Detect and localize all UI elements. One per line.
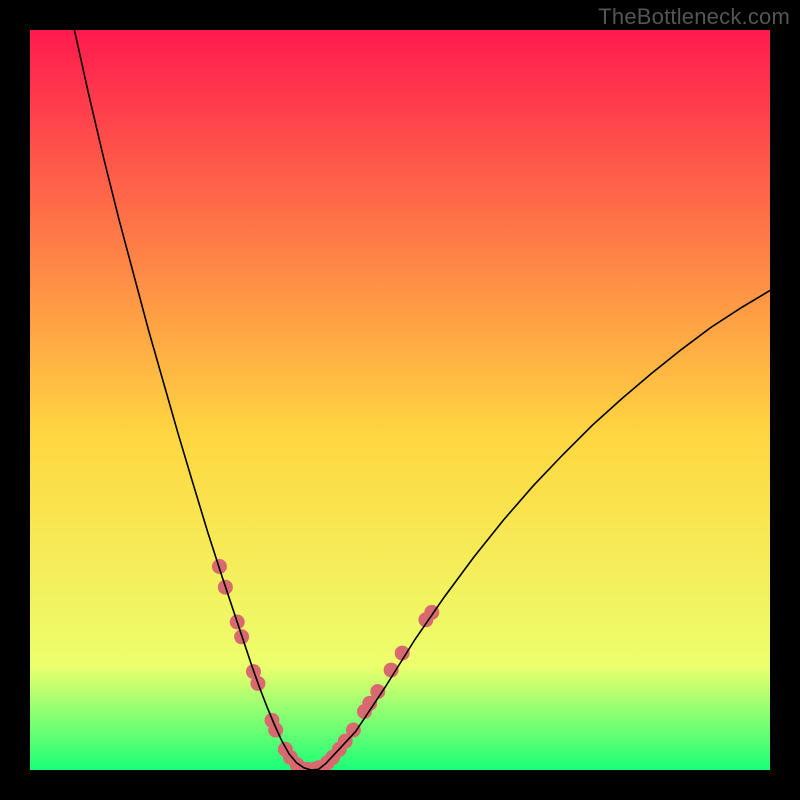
- marker-dot: [346, 723, 361, 738]
- plot-area: [30, 30, 770, 770]
- marker-dot: [268, 723, 283, 738]
- plot-svg: [30, 30, 770, 770]
- chart-container: TheBottleneck.com: [0, 0, 800, 800]
- watermark-text: TheBottleneck.com: [598, 4, 790, 30]
- marker-dot: [395, 646, 410, 661]
